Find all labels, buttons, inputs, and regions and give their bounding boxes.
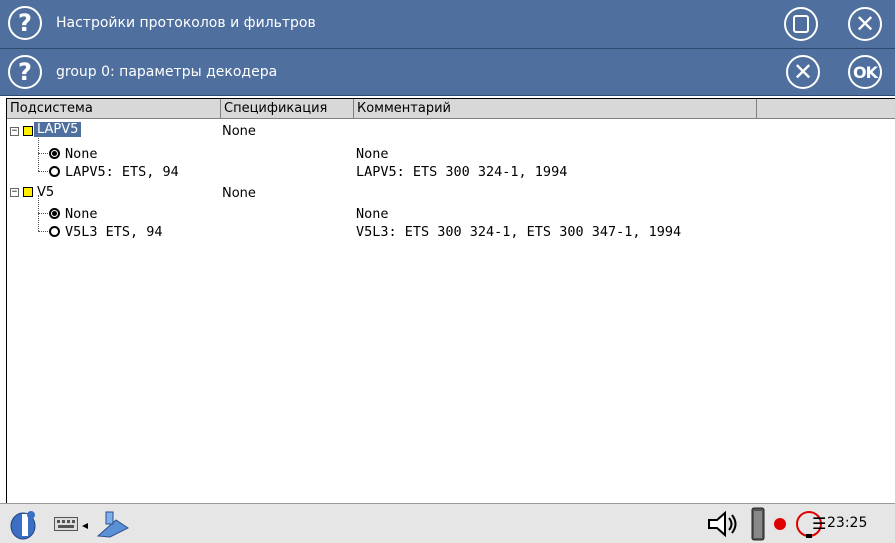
tree-option-row[interactable]: V5L3 ETS, 94 V5L3: ETS 300 324-1, ETS 30… bbox=[7, 224, 895, 245]
speaker-icon[interactable] bbox=[707, 510, 741, 538]
radio-selected-icon[interactable] bbox=[49, 148, 60, 159]
dialog-header: ? group 0: параметры декодера ✕ OK bbox=[0, 49, 895, 96]
record-icon[interactable] bbox=[773, 517, 787, 531]
option-label: LAPV5: ETS, 94 bbox=[65, 164, 179, 180]
close-icon: ✕ bbox=[854, 10, 876, 38]
ok-label: OK bbox=[853, 62, 878, 82]
option-comment: V5L3: ETS 300 324-1, ETS 300 347-1, 1994 bbox=[356, 224, 682, 240]
tree-group-row[interactable]: − V5 None bbox=[7, 182, 895, 202]
start-icon[interactable] bbox=[6, 508, 40, 540]
option-comment: None bbox=[356, 146, 389, 162]
folder-icon bbox=[23, 126, 33, 136]
battery-icon bbox=[751, 507, 765, 541]
option-comment: LAPV5: ETS 300 324-1, 1994 bbox=[356, 164, 568, 180]
collapse-icon[interactable]: − bbox=[10, 127, 19, 136]
arrow-icon[interactable] bbox=[82, 523, 88, 529]
title-bar: ? Настройки протоколов и фильтров ✕ bbox=[0, 0, 895, 49]
cancel-button[interactable]: ✕ bbox=[786, 55, 820, 89]
menu-icon[interactable]: ☰ bbox=[812, 514, 826, 533]
group-spec: None bbox=[222, 186, 256, 201]
help-icon[interactable]: ? bbox=[8, 6, 42, 40]
option-comment: None bbox=[356, 206, 389, 222]
column-header-spec[interactable]: Спецификация bbox=[221, 99, 354, 119]
stop-button[interactable] bbox=[784, 7, 818, 41]
radio-icon[interactable] bbox=[49, 226, 60, 237]
column-header-subsystem[interactable]: Подсистема bbox=[7, 99, 221, 119]
group-spec: None bbox=[222, 124, 256, 139]
collapse-icon[interactable]: − bbox=[10, 188, 19, 197]
option-label: V5L3 ETS, 94 bbox=[65, 224, 163, 240]
network-icon[interactable] bbox=[96, 510, 130, 538]
radio-icon[interactable] bbox=[49, 166, 60, 177]
clock: 23:25 bbox=[827, 515, 868, 531]
close-button[interactable]: ✕ bbox=[848, 7, 882, 41]
tree-group-row[interactable]: − LAPV5 None bbox=[7, 121, 895, 141]
option-label: None bbox=[65, 206, 98, 222]
option-label: None bbox=[65, 146, 98, 162]
taskbar: ☰ 23:25 bbox=[0, 503, 895, 543]
folder-icon bbox=[23, 187, 33, 197]
column-header-comment[interactable]: Комментарий bbox=[354, 99, 757, 119]
column-header-filler bbox=[757, 99, 895, 119]
radio-selected-icon[interactable] bbox=[49, 208, 60, 219]
window-title: Настройки протоколов и фильтров bbox=[56, 15, 316, 31]
group-name[interactable]: LAPV5 bbox=[34, 122, 82, 137]
decoder-settings-tree[interactable]: Подсистема Спецификация Комментарий − LA… bbox=[6, 98, 895, 503]
keyboard-icon[interactable] bbox=[54, 517, 78, 531]
dialog-title: group 0: параметры декодера bbox=[56, 64, 278, 80]
cancel-icon: ✕ bbox=[792, 58, 814, 86]
ok-button[interactable]: OK bbox=[848, 55, 882, 89]
stop-icon bbox=[793, 15, 809, 33]
dialog-help-icon[interactable]: ? bbox=[8, 55, 42, 89]
group-name[interactable]: V5 bbox=[37, 185, 54, 200]
